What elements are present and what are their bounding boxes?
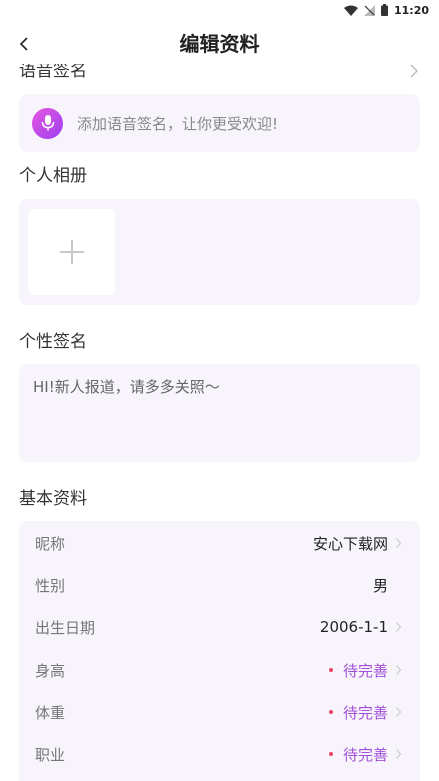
battery-icon bbox=[380, 4, 388, 16]
basic-info-list: 昵称 安心下载网 性别 男 出生日期 2006-1-1 身高 待完善 体重 待完… bbox=[19, 521, 420, 781]
info-row-gender[interactable]: 性别 男 bbox=[19, 564, 420, 606]
info-value: 待完善 bbox=[342, 661, 388, 680]
page-title: 编辑资料 bbox=[179, 32, 260, 56]
info-value: 待完善 bbox=[342, 703, 388, 722]
info-label: 出生日期 bbox=[35, 618, 96, 637]
info-label: 职业 bbox=[35, 745, 66, 764]
info-value: 2006-1-1 bbox=[319, 618, 388, 636]
chevron-right-icon bbox=[395, 707, 401, 717]
info-value: 安心下载网 bbox=[312, 534, 388, 553]
basic-info-title: 基本资料 bbox=[19, 489, 87, 509]
chevron-right-icon bbox=[395, 622, 401, 632]
info-value: 男 bbox=[372, 576, 388, 595]
header: 编辑资料 bbox=[0, 24, 439, 64]
status-time: 11:20 bbox=[393, 3, 429, 17]
add-voice-signature-button[interactable]: 添加语音签名，让你更受欢迎! bbox=[19, 94, 420, 152]
signature-text: HI!新人报道，请多多关照～ bbox=[33, 378, 220, 396]
chevron-right-icon bbox=[395, 749, 401, 759]
info-row-height[interactable]: 身高 待完善 bbox=[19, 649, 420, 691]
signature-title: 个性签名 bbox=[19, 332, 87, 352]
no-signal-icon bbox=[363, 4, 375, 16]
info-row-nickname[interactable]: 昵称 安心下载网 bbox=[19, 522, 420, 564]
microphone-icon bbox=[32, 107, 63, 139]
chevron-right-icon bbox=[395, 538, 401, 548]
album-container bbox=[19, 199, 420, 305]
info-label: 身高 bbox=[35, 661, 66, 680]
pending-dot bbox=[328, 752, 333, 756]
info-label: 昵称 bbox=[35, 534, 66, 553]
pending-dot bbox=[328, 710, 333, 714]
info-row-birthday[interactable]: 出生日期 2006-1-1 bbox=[19, 606, 420, 648]
add-photo-button[interactable] bbox=[28, 209, 115, 295]
chevron-right-icon bbox=[395, 665, 401, 675]
plus-icon bbox=[59, 240, 84, 264]
wifi-icon bbox=[343, 5, 358, 16]
pending-dot bbox=[328, 668, 333, 672]
voice-chevron-right-icon[interactable] bbox=[409, 63, 419, 79]
status-bar: 11:20 bbox=[0, 0, 439, 20]
info-label: 体重 bbox=[35, 703, 66, 722]
voice-signature-hint: 添加语音签名，让你更受欢迎! bbox=[77, 114, 279, 133]
signature-input[interactable]: HI!新人报道，请多多关照～ bbox=[19, 364, 420, 462]
info-label: 性别 bbox=[35, 576, 66, 595]
info-row-occupation[interactable]: 职业 待完善 bbox=[19, 733, 420, 775]
info-value: 待完善 bbox=[342, 745, 388, 764]
info-row-weight[interactable]: 体重 待完善 bbox=[19, 691, 420, 733]
album-title: 个人相册 bbox=[19, 166, 87, 186]
